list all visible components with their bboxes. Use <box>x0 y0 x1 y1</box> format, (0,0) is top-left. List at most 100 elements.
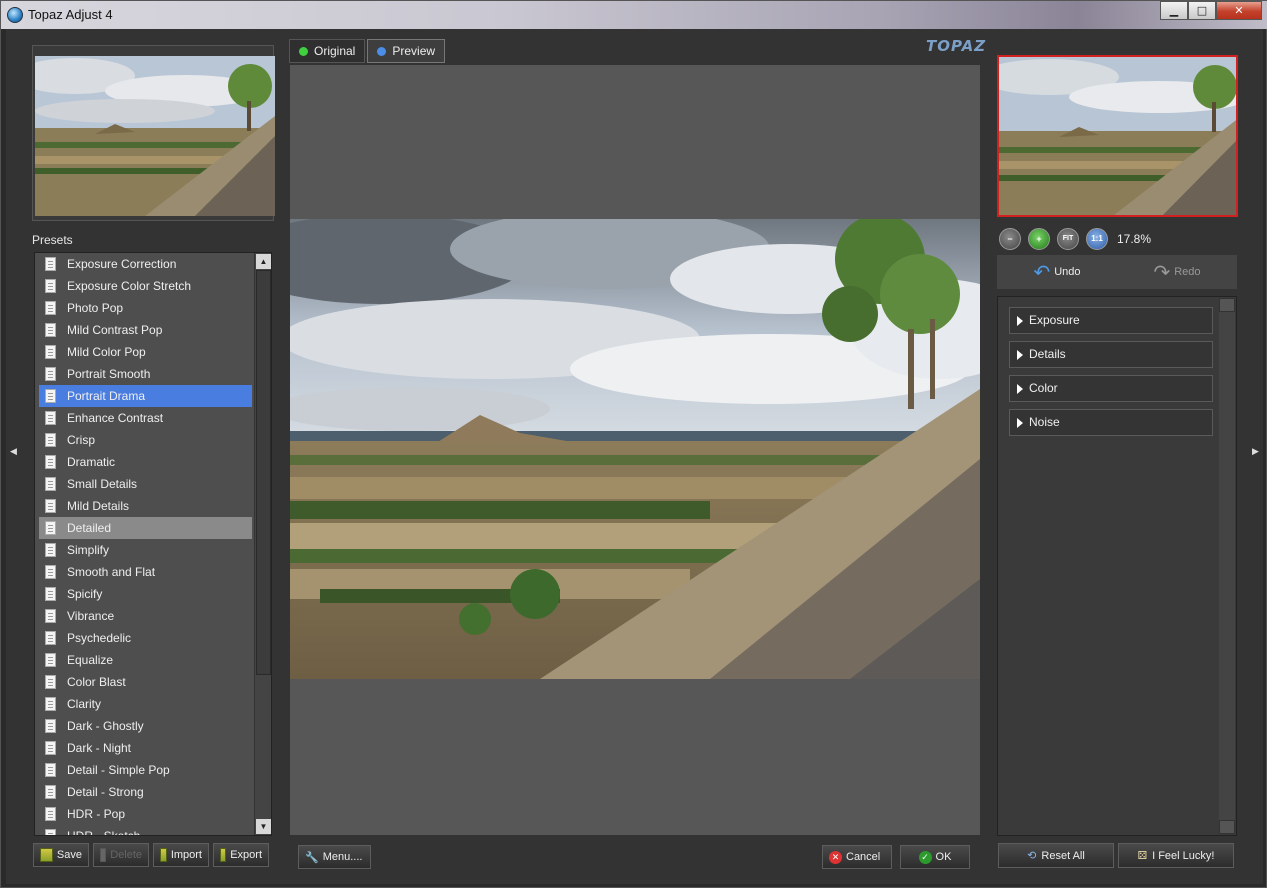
preset-label: Portrait Drama <box>67 389 146 403</box>
preset-item[interactable]: Dark - Ghostly <box>39 715 252 737</box>
tab-original[interactable]: Original <box>289 39 366 63</box>
reset-all-button[interactable]: ⟲ Reset All <box>998 843 1114 868</box>
app-window: Topaz Adjust 4 ▁ □ ✕ ◀ ▶ Presets Exposur… <box>0 0 1267 888</box>
preset-label: Enhance Contrast <box>67 411 164 425</box>
section-noise[interactable]: Noise <box>1009 409 1213 436</box>
preset-item[interactable]: Exposure Color Stretch <box>39 275 252 297</box>
navigator-preview[interactable] <box>997 55 1238 217</box>
preset-item[interactable]: Smooth and Flat <box>39 561 252 583</box>
preset-item[interactable]: Spicify <box>39 583 252 605</box>
export-label: Export <box>230 849 262 861</box>
preset-label: HDR - Pop <box>67 807 126 821</box>
preset-item[interactable]: Dark - Night <box>39 737 252 759</box>
window-title: Topaz Adjust 4 <box>28 7 113 22</box>
section-color[interactable]: Color <box>1009 375 1213 402</box>
close-button[interactable]: ✕ <box>1216 1 1262 20</box>
document-icon <box>45 521 56 535</box>
import-button[interactable]: Import <box>153 843 209 867</box>
cancel-button[interactable]: ✕ Cancel <box>822 845 892 869</box>
preset-item[interactable]: Color Blast <box>39 671 252 693</box>
preset-item[interactable]: Mild Details <box>39 495 252 517</box>
maximize-button[interactable]: □ <box>1188 1 1216 20</box>
preset-label: Spicify <box>67 587 103 601</box>
landscape-navigator-image <box>999 57 1236 215</box>
preset-label: Vibrance <box>67 609 115 623</box>
section-exposure-label: Exposure <box>1029 313 1080 327</box>
undo-label: Undo <box>1054 266 1081 278</box>
preview-canvas[interactable] <box>290 65 980 835</box>
preset-item[interactable]: Vibrance <box>39 605 252 627</box>
document-icon <box>45 477 56 491</box>
preset-item[interactable]: Photo Pop <box>39 297 252 319</box>
preset-item[interactable]: HDR - Sketch <box>39 825 252 836</box>
collapse-right-panel-icon[interactable]: ▶ <box>1252 446 1262 466</box>
scroll-up-icon[interactable] <box>1219 298 1235 312</box>
document-icon <box>45 543 56 557</box>
preset-list[interactable]: Exposure Correction Exposure Color Stretc… <box>34 252 272 836</box>
preset-label: Clarity <box>67 697 102 711</box>
preset-item[interactable]: Clarity <box>39 693 252 715</box>
preset-label: Portrait Smooth <box>67 367 151 381</box>
redo-button[interactable]: ↷ Redo <box>1153 262 1200 282</box>
package-icon <box>40 848 53 862</box>
zoom-fit-icon[interactable]: FIT <box>1057 228 1079 250</box>
document-icon <box>45 257 56 271</box>
preset-label: Exposure Color Stretch <box>67 279 192 293</box>
preset-item[interactable]: HDR - Pop <box>39 803 252 825</box>
preset-label: HDR - Sketch <box>67 829 141 836</box>
adjustment-scrollbar[interactable] <box>1219 298 1235 834</box>
save-button[interactable]: Save <box>33 843 89 867</box>
blue-dot-icon <box>377 46 387 56</box>
section-noise-label: Noise <box>1029 415 1060 429</box>
landscape-preview-image <box>290 219 980 679</box>
section-details[interactable]: Details <box>1009 341 1213 368</box>
preset-item[interactable]: Small Details <box>39 473 252 495</box>
scrollbar-thumb[interactable] <box>256 270 271 675</box>
preset-item[interactable]: Detail - Simple Pop <box>39 759 252 781</box>
document-icon <box>45 829 56 835</box>
scroll-down-icon[interactable] <box>1219 820 1235 834</box>
preset-label: Equalize <box>67 653 114 667</box>
delete-button[interactable]: Delete <box>93 843 149 867</box>
feel-lucky-button[interactable]: ⚄ I Feel Lucky! <box>1118 843 1234 868</box>
zoom-out-icon[interactable]: − <box>999 228 1021 250</box>
preset-item[interactable]: Psychedelic <box>39 627 252 649</box>
preset-label: Dark - Ghostly <box>67 719 144 733</box>
menu-button[interactable]: 🔧 Menu.... <box>298 845 371 869</box>
preset-label: Mild Color Pop <box>67 345 146 359</box>
adjustment-buttons: ⟲ Reset All ⚄ I Feel Lucky! <box>998 843 1234 868</box>
document-icon <box>45 807 56 821</box>
redo-label: Redo <box>1174 266 1201 278</box>
preset-item[interactable]: Portrait Smooth <box>39 363 252 385</box>
preset-item[interactable]: Exposure Correction <box>39 253 252 275</box>
undo-button[interactable]: ↶ Undo <box>1033 262 1080 282</box>
minimize-button[interactable]: ▁ <box>1160 1 1188 20</box>
preset-item[interactable]: Detail - Strong <box>39 781 252 803</box>
preset-item[interactable]: Dramatic <box>39 451 252 473</box>
history-bar: ↶ Undo ↷ Redo <box>997 255 1237 289</box>
scroll-down-icon[interactable]: ▼ <box>256 819 271 834</box>
topaz-logo: TOPAZ <box>926 37 987 55</box>
preset-item[interactable]: Simplify <box>39 539 252 561</box>
preview-panel: Original Preview TOPAZ 🔧 Menu.... ✕ Canc… <box>287 37 987 877</box>
preset-item[interactable]: Mild Color Pop <box>39 341 252 363</box>
section-exposure[interactable]: Exposure <box>1009 307 1213 334</box>
export-button[interactable]: Export <box>213 843 269 867</box>
document-icon <box>45 675 56 689</box>
preset-item[interactable]: Portrait Drama <box>39 385 252 407</box>
preset-item[interactable]: Crisp <box>39 429 252 451</box>
preset-item[interactable]: Mild Contrast Pop <box>39 319 252 341</box>
preset-item[interactable]: Enhance Contrast <box>39 407 252 429</box>
document-icon <box>45 411 56 425</box>
collapse-left-panel-icon[interactable]: ◀ <box>10 446 20 466</box>
section-details-label: Details <box>1029 347 1066 361</box>
ok-button[interactable]: ✓ OK <box>900 845 970 869</box>
tab-preview[interactable]: Preview <box>367 39 446 63</box>
preset-item[interactable]: Detailed <box>39 517 252 539</box>
preset-scrollbar[interactable]: ▲ ▼ <box>254 253 271 835</box>
zoom-in-icon[interactable]: + <box>1028 228 1050 250</box>
zoom-actual-size-icon[interactable]: 1:1 <box>1086 228 1108 250</box>
preset-item[interactable]: Equalize <box>39 649 252 671</box>
preview-image[interactable] <box>290 219 980 679</box>
scroll-up-icon[interactable]: ▲ <box>256 254 271 269</box>
